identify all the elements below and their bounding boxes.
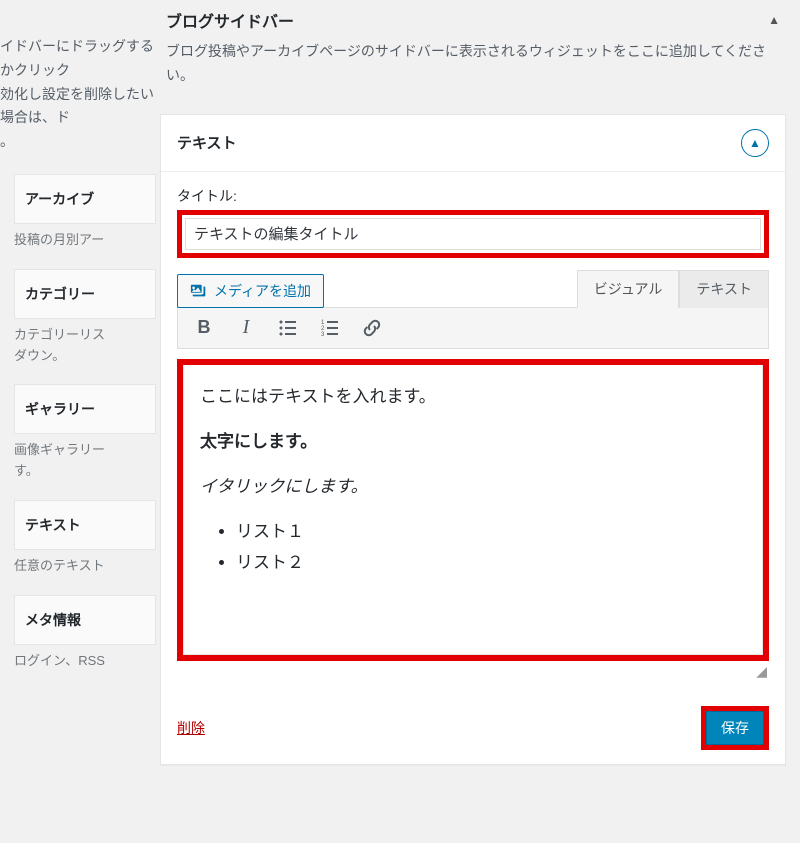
editor-content-highlight: ここにはテキストを入れます。 太字にします。 イタリックにします。 リスト１ リ… (177, 359, 769, 661)
delete-link[interactable]: 削除 (177, 718, 205, 738)
widget-title: メタ情報 (25, 612, 81, 628)
save-button-highlight: 保存 (701, 706, 769, 750)
italic-button[interactable]: I (234, 316, 258, 340)
editor-line-italic: イタリックにします。 (200, 473, 746, 500)
title-field-label: タイトル: (177, 186, 769, 206)
widget-title: アーカイブ (25, 191, 94, 207)
widget-panel-title: テキスト (177, 132, 237, 153)
widget-title-input[interactable] (185, 218, 761, 250)
bold-button[interactable]: B (192, 316, 216, 340)
widget-item-text[interactable]: テキスト (14, 500, 156, 550)
sidebar-description: ブログ投稿やアーカイブページのサイドバーに表示されるウィジェットをここに追加して… (160, 36, 786, 108)
editor-list-item: リスト１ (236, 518, 746, 545)
sidebar-title: ブログサイドバー (166, 8, 294, 32)
numbered-list-icon: 123 (320, 318, 340, 338)
title-input-highlight (177, 210, 769, 258)
intro-line: 効化し設定を削除したい場合は、ド (0, 83, 154, 131)
editor-list-item: リスト２ (236, 549, 746, 576)
editor-tabs: ビジュアル テキスト (577, 270, 769, 308)
widget-title: ギャラリー (25, 401, 95, 417)
widgets-intro-text: イドバーにドラッグするかクリック 効化し設定を削除したい場合は、ド 。 (0, 35, 160, 174)
widget-panel-footer: 削除 保存 (161, 696, 785, 764)
save-button[interactable]: 保存 (706, 711, 764, 745)
widget-desc-meta: ログイン、RSS (14, 651, 156, 672)
caret-up-icon: ▲ (749, 136, 761, 150)
widget-desc-archive: 投稿の月別アー (14, 230, 156, 251)
editor-line-bold: 太字にします。 (200, 428, 746, 455)
add-media-button[interactable]: メディアを追加 (177, 274, 324, 308)
numbered-list-button[interactable]: 123 (318, 316, 342, 340)
editor-line: ここにはテキストを入れます。 (200, 383, 746, 410)
collapse-toggle-button[interactable]: ▲ (741, 129, 769, 157)
sidebar-header[interactable]: ブログサイドバー ▲ (160, 0, 786, 36)
intro-line: イドバーにドラッグするかクリック (0, 35, 154, 83)
editor-content-area[interactable]: ここにはテキストを入れます。 太字にします。 イタリックにします。 リスト１ リ… (183, 365, 763, 655)
widget-title: テキスト (25, 517, 81, 533)
widget-panel-header[interactable]: テキスト ▲ (161, 115, 785, 172)
add-media-label: メディアを追加 (214, 281, 311, 301)
widget-desc-category: カテゴリーリス ダウン。 (14, 325, 156, 367)
link-button[interactable] (360, 316, 384, 340)
widget-title: カテゴリー (25, 286, 95, 302)
widget-item-category[interactable]: カテゴリー (14, 269, 156, 319)
link-icon (362, 318, 382, 338)
editor-list: リスト１ リスト２ (236, 518, 746, 576)
widget-item-meta[interactable]: メタ情報 (14, 595, 156, 645)
available-widgets-column: イドバーにドラッグするかクリック 効化し設定を削除したい場合は、ド 。 アーカイ… (0, 0, 160, 843)
resize-handle-icon[interactable]: ◢ (177, 661, 769, 682)
widget-item-archive[interactable]: アーカイブ (14, 174, 156, 224)
svg-text:3: 3 (321, 332, 325, 338)
tab-text[interactable]: テキスト (679, 270, 769, 308)
text-widget-panel: テキスト ▲ タイトル: メディアを追加 ビジュアル テ (160, 114, 786, 765)
media-icon (190, 282, 208, 300)
widget-desc-gallery: 画像ギャラリー す。 (14, 440, 156, 482)
editor-format-toolbar: B I 123 (177, 307, 769, 349)
sidebar-area: ブログサイドバー ▲ ブログ投稿やアーカイブページのサイドバーに表示されるウィジ… (160, 0, 800, 843)
bullet-list-icon (278, 318, 298, 338)
tab-visual[interactable]: ビジュアル (577, 270, 680, 308)
bullet-list-button[interactable] (276, 316, 300, 340)
widget-desc-text: 任意のテキスト (14, 556, 156, 577)
caret-up-icon: ▲ (768, 13, 780, 27)
widget-item-gallery[interactable]: ギャラリー (14, 384, 156, 434)
intro-line: 。 (0, 130, 154, 154)
